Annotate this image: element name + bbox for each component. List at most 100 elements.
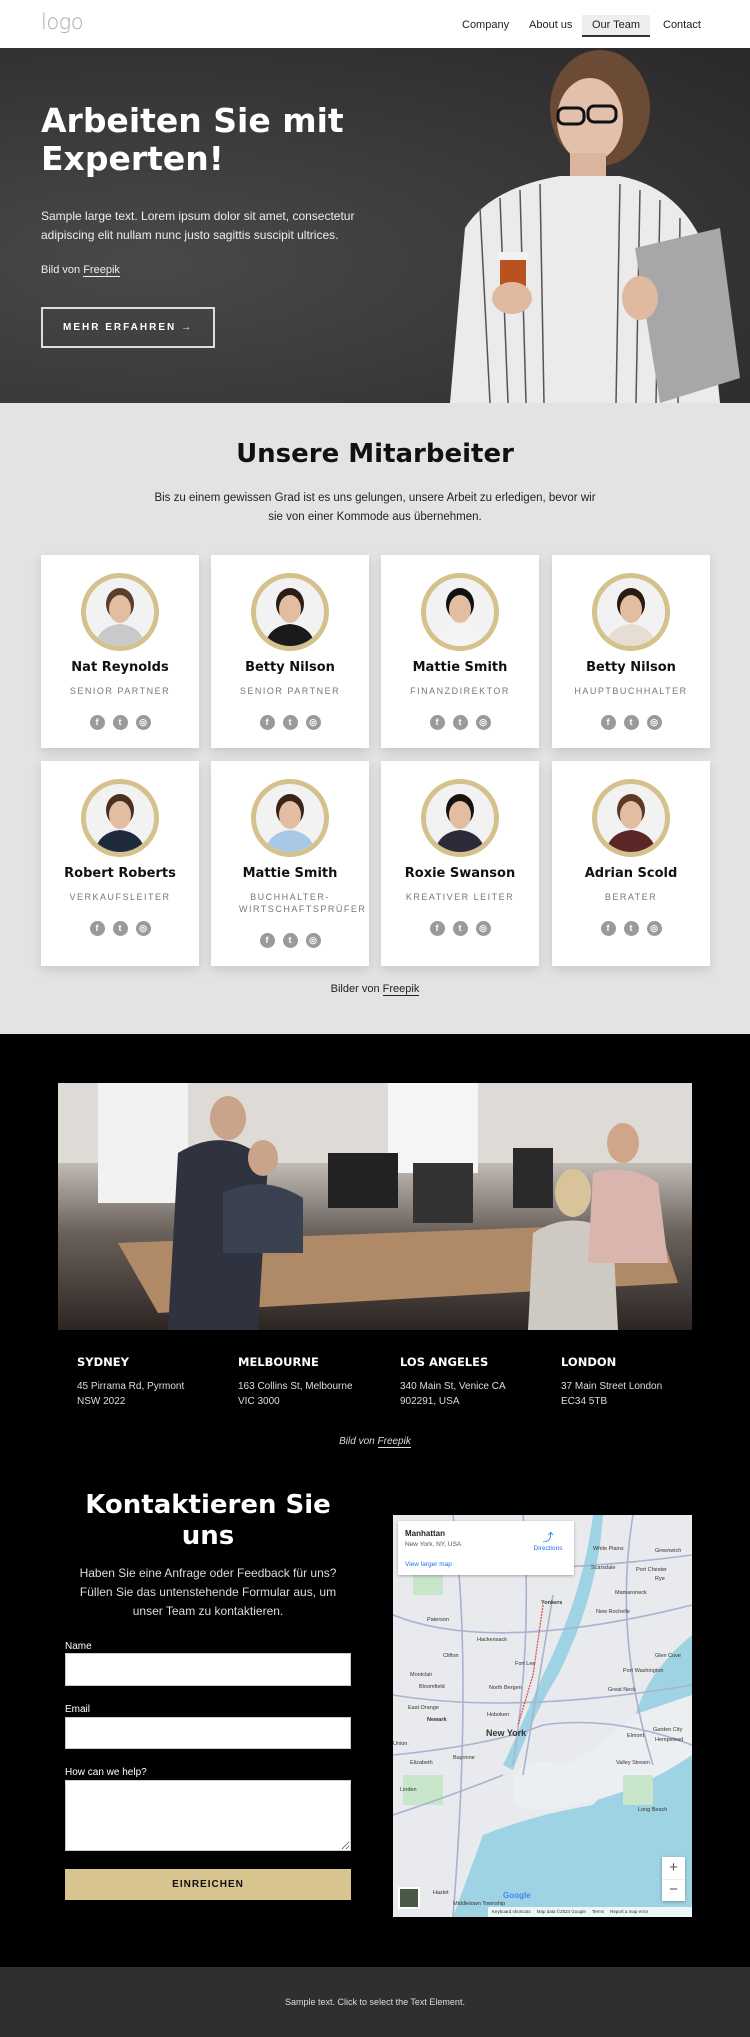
office-address: 37 Main Street London EC34 5TB bbox=[561, 1379, 721, 1409]
directions-button[interactable]: ⤴ Directions bbox=[528, 1529, 568, 1552]
map-canvas[interactable] bbox=[393, 1515, 692, 1917]
map-label: Clifton bbox=[443, 1653, 459, 1659]
member-name: Adrian Scold bbox=[584, 866, 678, 881]
name-input[interactable] bbox=[65, 1653, 351, 1686]
freepik-link[interactable]: Freepik bbox=[382, 983, 420, 996]
facebook-icon[interactable]: f bbox=[429, 715, 445, 730]
address-line: EC34 5TB bbox=[561, 1396, 608, 1407]
instagram-icon[interactable]: ◎ bbox=[646, 715, 662, 730]
footer-text[interactable]: Sample text. Click to select the Text El… bbox=[0, 1997, 750, 2007]
facebook-icon[interactable]: f bbox=[600, 921, 616, 936]
map-label: Garden City bbox=[653, 1727, 683, 1733]
hero-text: Sample large text. Lorem ipsum dolor sit… bbox=[41, 209, 355, 242]
member-name: Robert Roberts bbox=[64, 866, 176, 881]
email-label: Email bbox=[65, 1704, 91, 1715]
map-label: Fort Lee bbox=[515, 1661, 536, 1667]
freepik-link[interactable]: Freepik bbox=[377, 1436, 411, 1448]
avatar bbox=[251, 779, 329, 857]
map-label: Greenwich bbox=[655, 1548, 682, 1554]
member-name: Betty Nilson bbox=[586, 660, 676, 675]
contact-title: Kontaktieren Sie uns bbox=[85, 1490, 331, 1551]
freepik-link[interactable]: Freepik bbox=[83, 264, 120, 277]
member-name: Roxie Swanson bbox=[404, 866, 516, 881]
zoom-out-button[interactable]: − bbox=[662, 1879, 685, 1901]
member-role: SENIOR PARTNER bbox=[239, 686, 341, 696]
credit-prefix: Bild von bbox=[339, 1436, 378, 1447]
facebook-icon[interactable]: f bbox=[89, 921, 105, 936]
email-input[interactable] bbox=[65, 1717, 351, 1749]
credit-prefix: Bild von bbox=[41, 264, 84, 276]
twitter-icon[interactable]: t bbox=[282, 715, 298, 730]
top-nav: logo Company About us Our Team Contact bbox=[0, 0, 750, 48]
twitter-icon[interactable]: t bbox=[112, 921, 128, 936]
office-address: 163 Collins St, Melbourne VIC 3000 bbox=[238, 1379, 398, 1409]
facebook-icon[interactable]: f bbox=[259, 715, 275, 730]
twitter-icon[interactable]: t bbox=[112, 715, 128, 730]
map-label: Bayonne bbox=[453, 1755, 475, 1761]
member-role: FINANZDIREKTOR bbox=[410, 686, 510, 696]
office-image bbox=[58, 1083, 692, 1330]
facebook-icon[interactable]: f bbox=[259, 933, 275, 948]
address-line: NSW 2022 bbox=[77, 1396, 126, 1407]
twitter-icon[interactable]: t bbox=[623, 921, 639, 936]
zoom-in-button[interactable]: + bbox=[662, 1857, 685, 1879]
address-line: 902291, USA bbox=[400, 1396, 460, 1407]
map-label: Montclair bbox=[410, 1672, 433, 1678]
address-line: 45 Pirrama Rd, Pyrmont bbox=[77, 1381, 185, 1392]
instagram-icon[interactable]: ◎ bbox=[475, 921, 491, 936]
instagram-icon[interactable]: ◎ bbox=[475, 715, 491, 730]
facebook-icon[interactable]: f bbox=[600, 715, 616, 730]
twitter-icon[interactable]: t bbox=[452, 921, 468, 936]
member-role: SENIOR PARTNER bbox=[69, 686, 171, 696]
map-label: New Rochelle bbox=[596, 1609, 630, 1615]
avatar bbox=[592, 573, 670, 651]
contact-description: Haben Sie eine Anfrage oder Feedback für… bbox=[79, 1566, 337, 1618]
twitter-icon[interactable]: t bbox=[452, 715, 468, 730]
instagram-icon[interactable]: ◎ bbox=[646, 921, 662, 936]
nav-contact[interactable]: Contact bbox=[652, 15, 712, 35]
instagram-icon[interactable]: ◎ bbox=[135, 921, 151, 936]
map-label: East Orange bbox=[408, 1705, 439, 1711]
view-larger-map-link[interactable]: View larger map bbox=[405, 1561, 452, 1568]
instagram-icon[interactable]: ◎ bbox=[305, 715, 321, 730]
map-data-text: Map data ©2024 Google bbox=[536, 1909, 586, 1914]
map-label: Hazlet bbox=[433, 1890, 449, 1896]
hero-section: Arbeiten Sie mit Experten! Sample large … bbox=[0, 48, 750, 403]
member-name: Mattie Smith bbox=[242, 866, 338, 881]
learn-more-button[interactable]: MEHR ERFAHREN → bbox=[41, 307, 215, 348]
team-credit: Bilder von Freepik bbox=[0, 983, 750, 996]
team-member-card: Betty Nilson HAUPTBUCHHALTER f t ◎ bbox=[552, 555, 710, 748]
submit-button[interactable]: EINREICHEN bbox=[65, 1869, 351, 1900]
map[interactable]: White Plains Greenwich Scarsdale Port Chest… bbox=[393, 1515, 692, 1917]
help-textarea[interactable] bbox=[65, 1780, 351, 1851]
nav-company[interactable]: Company bbox=[451, 15, 520, 35]
twitter-icon[interactable]: t bbox=[623, 715, 639, 730]
footer: Sample text. Click to select the Text El… bbox=[0, 1967, 750, 2037]
hero-credit: Bild von Freepik bbox=[41, 264, 120, 277]
facebook-icon[interactable]: f bbox=[429, 921, 445, 936]
logo[interactable]: logo bbox=[41, 10, 84, 34]
twitter-icon[interactable]: t bbox=[282, 933, 298, 948]
office-address: 340 Main St, Venice CA 902291, USA bbox=[400, 1379, 560, 1409]
member-name: Betty Nilson bbox=[245, 660, 335, 675]
member-role: BERATER bbox=[604, 892, 658, 902]
office-city: MELBOURNE bbox=[238, 1355, 319, 1369]
avatar bbox=[81, 573, 159, 651]
member-role: KREATIVER LEITER bbox=[405, 892, 515, 902]
instagram-icon[interactable]: ◎ bbox=[305, 933, 321, 948]
map-label: Port Washington bbox=[623, 1668, 664, 1674]
hero-image bbox=[450, 50, 740, 403]
office-city: SYDNEY bbox=[77, 1355, 129, 1369]
satellite-toggle[interactable] bbox=[398, 1887, 420, 1909]
facebook-icon[interactable]: f bbox=[89, 715, 105, 730]
map-label: White Plains bbox=[593, 1546, 624, 1552]
keyboard-shortcuts-link[interactable]: Keyboard shortcuts bbox=[492, 1909, 531, 1915]
nav-our-team[interactable]: Our Team bbox=[582, 15, 650, 37]
map-label: Linden bbox=[400, 1787, 417, 1793]
avatar bbox=[592, 779, 670, 857]
name-label: Name bbox=[65, 1641, 92, 1652]
terms-link[interactable]: Terms bbox=[592, 1909, 604, 1915]
nav-about-us[interactable]: About us bbox=[518, 15, 583, 35]
instagram-icon[interactable]: ◎ bbox=[135, 715, 151, 730]
report-map-error-link[interactable]: Report a map error bbox=[610, 1909, 648, 1915]
